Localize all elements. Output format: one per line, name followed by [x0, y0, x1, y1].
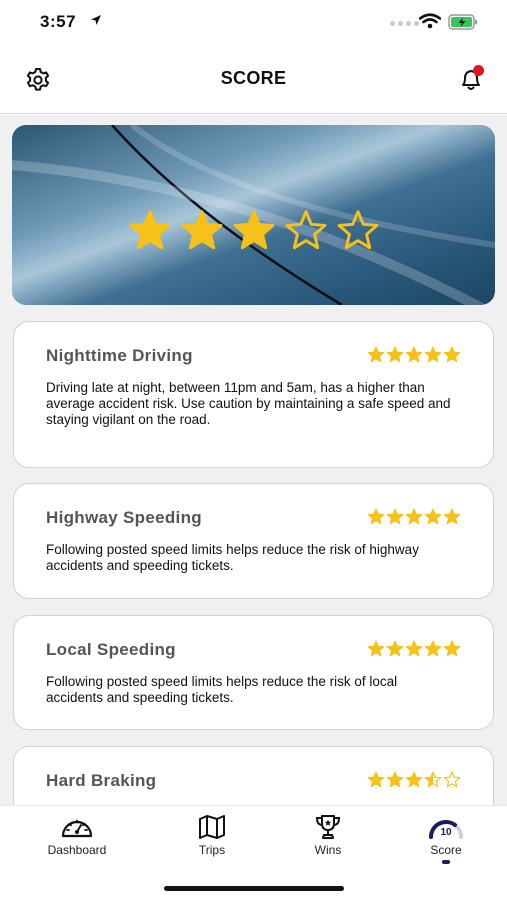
trophy-icon [315, 815, 341, 839]
star-empty-icon [443, 771, 461, 788]
page-title: SCORE [220, 68, 287, 88]
location-arrow-icon [91, 15, 101, 25]
score-content[interactable]: Nighttime Driving Driving late at night,… [0, 115, 507, 805]
star-filled-icon [386, 508, 404, 525]
score-card[interactable]: Highway Speeding Following posted speed … [13, 483, 494, 599]
overall-star-rating [12, 209, 495, 251]
navigation-header: SCORE [0, 46, 507, 114]
card-description: Following posted speed limits helps redu… [46, 542, 419, 573]
star-filled-icon [386, 346, 404, 363]
star-filled-icon [386, 771, 404, 788]
score-gauge-icon: 10 [429, 820, 463, 839]
tab-wins[interactable]: Wins [283, 814, 373, 857]
star-filled-icon [233, 210, 274, 250]
card-star-rating [367, 771, 461, 788]
tab-trips[interactable]: Trips [167, 814, 257, 857]
star-filled-icon [443, 508, 461, 525]
card-title: Highway Speeding [46, 508, 202, 527]
star-filled-icon [367, 640, 385, 657]
active-tab-indicator [442, 860, 450, 864]
star-filled-icon [386, 640, 404, 657]
star-filled-icon [367, 346, 385, 363]
tab-label: Trips [198, 843, 226, 857]
star-empty-icon [337, 210, 378, 250]
map-icon [199, 815, 225, 839]
star-empty-icon [285, 210, 326, 250]
star-filled-icon [367, 508, 385, 525]
star-filled-icon [424, 346, 442, 363]
tab-label: Score [430, 843, 462, 857]
tab-label: Dashboard [47, 843, 107, 857]
star-filled-icon [129, 210, 170, 250]
wifi-icon [419, 13, 441, 29]
star-filled-icon [424, 508, 442, 525]
status-time: 3:57 [40, 12, 77, 31]
card-star-rating [367, 508, 461, 525]
star-filled-icon [181, 210, 222, 250]
card-star-rating [367, 346, 461, 363]
tab-dashboard[interactable]: Dashboard [32, 814, 122, 857]
star-filled-icon [367, 771, 385, 788]
score-card[interactable]: Local Speeding Following posted speed li… [13, 615, 494, 730]
score-card[interactable]: Nighttime Driving Driving late at night,… [13, 321, 494, 468]
notification-badge [473, 65, 484, 76]
signal-dots-icon [390, 21, 419, 26]
star-filled-icon [405, 771, 423, 788]
star-filled-icon [405, 346, 423, 363]
speedometer-icon [61, 819, 93, 838]
card-star-rating [367, 640, 461, 657]
tab-score[interactable]: 10 Score [401, 814, 491, 864]
card-title: Local Speeding [46, 640, 176, 659]
card-description: Driving late at night, between 11pm and … [46, 380, 451, 427]
score-card[interactable]: Hard Braking [13, 746, 494, 805]
status-bar: 3:57 [0, 0, 507, 46]
star-filled-icon [405, 640, 423, 657]
card-title: Nighttime Driving [46, 346, 193, 365]
card-title: Hard Braking [46, 771, 157, 790]
tab-label: Wins [314, 843, 342, 857]
score-value-badge: 10 [440, 827, 452, 838]
star-filled-icon [405, 508, 423, 525]
star-half-icon [424, 771, 442, 788]
star-filled-icon [443, 346, 461, 363]
battery-charging-icon [448, 14, 477, 30]
card-description: Following posted speed limits helps redu… [46, 674, 398, 705]
home-indicator [164, 886, 344, 891]
star-filled-icon [424, 640, 442, 657]
star-filled-icon [443, 640, 461, 657]
overall-score-banner [12, 125, 495, 305]
notifications-button[interactable] [456, 64, 486, 94]
